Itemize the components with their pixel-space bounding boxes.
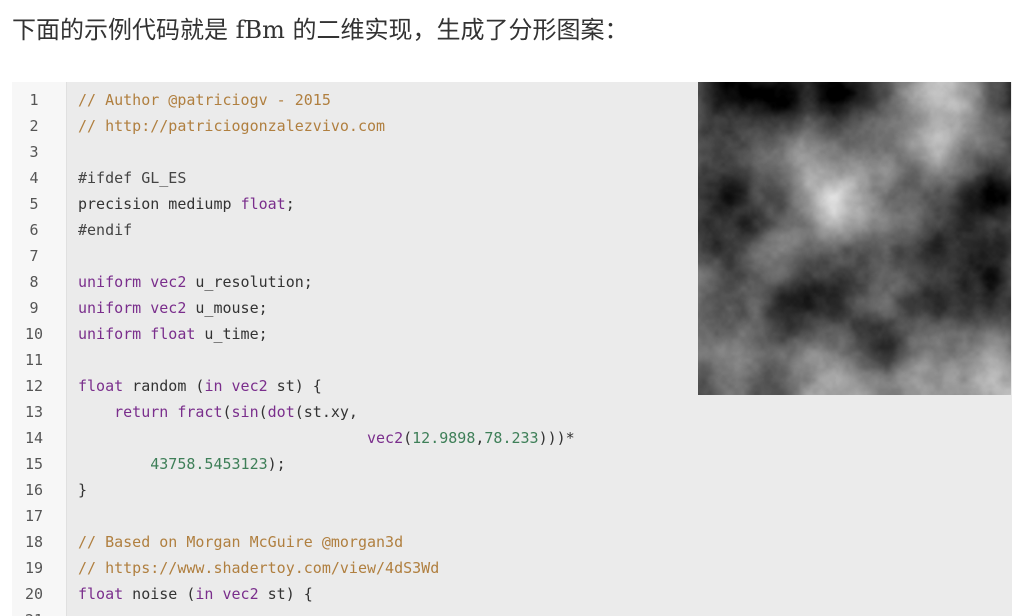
code-token-keyword: vec2 <box>222 585 259 603</box>
line-number: 2 <box>29 117 39 135</box>
code-token-plain: ; <box>285 195 295 213</box>
code-token-plain: } <box>78 481 88 499</box>
code-token-number: 78.233 <box>484 429 539 447</box>
code-line: uniform vec2 u_mouse; <box>78 295 268 321</box>
code-token-plain: ( <box>403 429 413 447</box>
code-token-comment: // Based on Morgan McGuire @morgan3d <box>78 533 404 551</box>
code-token-keyword: float <box>78 585 124 603</box>
line-number: 14 <box>24 429 44 447</box>
line-number: 15 <box>24 455 44 473</box>
code-line: precision mediump float; <box>78 191 295 217</box>
code-token-comment: // https://www.shadertoy.com/view/4dS3Wd <box>78 559 440 577</box>
code-line: uniform vec2 u_resolution; <box>78 269 313 295</box>
code-token-plain: st) { <box>267 377 322 395</box>
code-token-number: 12.9898 <box>412 429 476 447</box>
code-token-plain: u_mouse; <box>186 299 268 317</box>
code-token-plain: random ( <box>123 377 205 395</box>
line-number: 9 <box>29 299 39 317</box>
code-token-keyword: vec2 <box>150 299 187 317</box>
line-number: 12 <box>24 377 44 395</box>
code-token-keyword: uniform <box>78 299 151 317</box>
line-number: 3 <box>29 143 39 161</box>
code-token-number: 43758.5453123 <box>150 455 268 473</box>
code-token-plain: ( <box>222 403 232 421</box>
code-token-plain: precision mediump <box>78 195 241 213</box>
intro-paragraph: 下面的示例代码就是 fBm 的二维实现，生成了分形图案： <box>12 16 629 44</box>
line-number: 11 <box>24 351 44 369</box>
code-token-keyword: float <box>240 195 286 213</box>
code-line: // http://patriciogonzalezvivo.com <box>78 113 385 139</box>
code-token-keyword: sin <box>231 403 259 421</box>
code-token-keyword: return <box>114 403 169 421</box>
code-token-comment: // Author @patriciogv - 2015 <box>78 91 331 109</box>
code-line: #endif <box>78 217 132 243</box>
line-number: 8 <box>29 273 39 291</box>
code-token-keyword: float <box>78 377 124 395</box>
code-token-plain: u_time; <box>195 325 268 343</box>
code-token-plain: u_resolution; <box>186 273 313 291</box>
code-line: } <box>78 477 87 503</box>
code-line: // Author @patriciogv - 2015 <box>78 87 331 113</box>
fbm-noise-canvas <box>698 82 1011 395</box>
code-token-pre: #ifdef GL_ES <box>78 169 187 187</box>
line-number-gutter: 123456789101112131415161718192021 <box>12 82 67 616</box>
code-token-keyword: vec2 <box>366 429 404 447</box>
code-token-plain: ( <box>258 403 268 421</box>
code-token-plain: st) { <box>258 585 313 603</box>
code-token-keyword: in <box>195 585 214 603</box>
line-number: 16 <box>24 481 44 499</box>
code-token-keyword: fract <box>177 403 223 421</box>
code-line: float random (in vec2 st) { <box>78 373 322 399</box>
line-number: 20 <box>24 585 44 603</box>
line-number: 17 <box>24 507 44 525</box>
line-number: 13 <box>24 403 44 421</box>
code-token-keyword: float <box>150 325 196 343</box>
code-token-keyword: uniform <box>78 273 151 291</box>
line-number: 21 <box>12 607 56 616</box>
line-number: 5 <box>29 195 39 213</box>
code-token-keyword: in <box>204 377 223 395</box>
code-token-keyword: dot <box>267 403 295 421</box>
code-line: // https://www.shadertoy.com/view/4dS3Wd <box>78 555 439 581</box>
line-number: 10 <box>24 325 44 343</box>
code-line: vec2(12.9898,78.233)))* <box>78 425 575 451</box>
code-token-keyword: uniform <box>78 325 151 343</box>
code-token-keyword: vec2 <box>231 377 268 395</box>
code-token-plain: )))* <box>538 429 575 447</box>
code-line: #ifdef GL_ES <box>78 165 186 191</box>
code-token-pre: #endif <box>78 221 133 239</box>
code-line: uniform float u_time; <box>78 321 268 347</box>
code-line: // Based on Morgan McGuire @morgan3d <box>78 529 403 555</box>
code-line: return fract(sin(dot(st.xy, <box>78 399 358 425</box>
code-token-keyword: vec2 <box>150 273 187 291</box>
line-number: 4 <box>29 169 39 187</box>
code-line: 43758.5453123); <box>78 451 286 477</box>
line-number: 6 <box>29 221 39 239</box>
code-token-plain: (st.xy, <box>294 403 358 421</box>
code-token-plain: ); <box>267 455 286 473</box>
line-number: 1 <box>29 91 39 109</box>
line-number: 18 <box>24 533 44 551</box>
line-number: 7 <box>29 247 39 265</box>
code-token-comment: // http://patriciogonzalezvivo.com <box>78 117 386 135</box>
line-number: 19 <box>24 559 44 577</box>
code-token-plain: noise ( <box>123 585 196 603</box>
code-line: float noise (in vec2 st) { <box>78 581 313 607</box>
fbm-preview <box>698 82 1011 395</box>
